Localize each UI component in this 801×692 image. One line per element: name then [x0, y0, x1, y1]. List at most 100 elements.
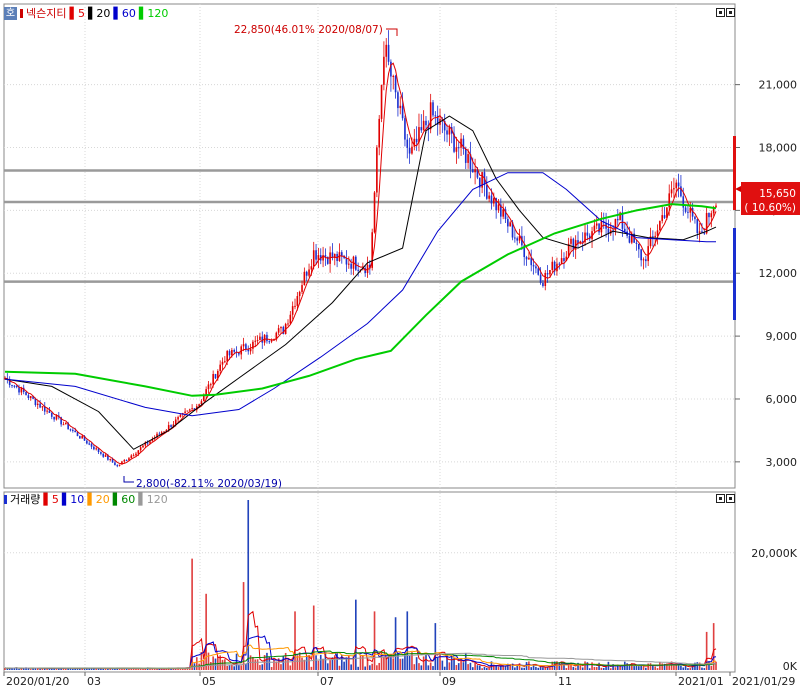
- candle-body: [184, 411, 186, 413]
- minimize-icon[interactable]: [716, 8, 725, 17]
- candle-body: [497, 204, 500, 211]
- candle-body: [200, 401, 203, 405]
- candle-body: [219, 364, 221, 371]
- volume-bar: [682, 667, 685, 670]
- volume-legend: 거래량 ▌5 ▌10 ▌20 ▌60 ▌120: [4, 493, 174, 506]
- candle-body: [209, 384, 212, 386]
- price-legend-60[interactable]: ▌60: [113, 7, 135, 20]
- volume-bar: [338, 665, 341, 670]
- price-legend-120[interactable]: ▌120: [139, 7, 168, 20]
- volume-bar: [567, 664, 570, 670]
- volume-bar: [256, 659, 259, 670]
- candle-body: [214, 374, 217, 379]
- candle-body: [408, 147, 411, 154]
- volume-bar: [350, 664, 352, 670]
- candle-body: [308, 269, 310, 276]
- volume-legend-120[interactable]: ▌120: [138, 493, 167, 506]
- candle-body: [291, 306, 294, 315]
- volume-mark-icon: [4, 495, 7, 504]
- candle-body: [570, 238, 572, 244]
- price-legend-5[interactable]: ▌5: [69, 7, 84, 20]
- volume-legend-5[interactable]: ▌5: [43, 493, 58, 506]
- candle-body: [266, 334, 268, 342]
- candle-body: [25, 391, 27, 396]
- volume-bar: [668, 665, 671, 670]
- candlestick-chart[interactable]: 3,0006,0009,00012,00015,00018,00021,0002…: [0, 0, 801, 688]
- candle-body: [88, 443, 91, 445]
- maximize-icon[interactable]: [726, 8, 735, 17]
- candle-body: [502, 209, 504, 217]
- volume-bar: [254, 659, 257, 670]
- candle-body: [46, 410, 48, 412]
- range-bar-down: [733, 228, 736, 320]
- candle-body: [287, 323, 289, 325]
- volume-legend-20[interactable]: ▌20: [87, 493, 109, 506]
- candle-body: [549, 270, 551, 275]
- volume-bar: [420, 665, 423, 670]
- candle-body: [455, 147, 458, 152]
- volume-bar: [467, 664, 469, 670]
- candle-body: [310, 266, 313, 270]
- stock-name-label: 넥슨지티: [26, 7, 67, 20]
- volume-bar: [315, 655, 317, 670]
- current-price-change: ( 10.60%): [744, 202, 796, 214]
- candle-body: [661, 215, 664, 221]
- candle-body: [191, 408, 193, 410]
- candle-body: [116, 465, 119, 467]
- candle-body: [488, 195, 490, 199]
- candle-body: [249, 348, 252, 352]
- volume-maximize-icon[interactable]: [726, 494, 735, 503]
- candle-body: [457, 147, 460, 149]
- candle-body: [256, 340, 259, 342]
- candle-body: [186, 410, 189, 412]
- volume-minimize-icon[interactable]: [716, 494, 725, 503]
- candle-body: [623, 228, 626, 232]
- volume-bar: [602, 668, 605, 670]
- candle-body: [294, 305, 296, 307]
- volume-bar: [233, 666, 236, 670]
- x-tick-label: 2021/01/29: [732, 675, 795, 688]
- volume-bar: [287, 659, 289, 670]
- volume-bar: [102, 668, 105, 670]
- volume-bar: [710, 665, 713, 670]
- candle-body: [90, 443, 93, 447]
- candle-body: [642, 259, 645, 261]
- candle-body: [69, 429, 72, 431]
- volume-legend-10[interactable]: ▌10: [62, 493, 84, 506]
- volume-bar: [462, 662, 465, 670]
- candle-body: [404, 118, 406, 140]
- candle-body: [130, 455, 133, 459]
- volume-bar: [427, 665, 430, 670]
- candle-body: [233, 349, 236, 352]
- candle-body: [280, 326, 282, 329]
- price-legend-20[interactable]: ▌20: [88, 7, 110, 20]
- candle-body: [158, 433, 161, 435]
- volume-bar: [390, 657, 392, 670]
- candle-body: [268, 341, 271, 343]
- volume-bar: [656, 668, 659, 670]
- candle-body: [680, 186, 682, 197]
- volume-bar: [471, 667, 474, 670]
- candle-body: [202, 395, 205, 402]
- volume-bar: [521, 667, 523, 670]
- stock-chip-icon[interactable]: 호: [4, 7, 17, 20]
- volume-bar: [593, 666, 596, 670]
- volume-bar: [373, 611, 376, 670]
- volume-bar: [439, 653, 441, 670]
- volume-bar: [673, 665, 675, 670]
- volume-bar: [107, 668, 109, 670]
- volume-bar: [55, 668, 58, 670]
- candle-body: [48, 410, 51, 413]
- volume-bar: [72, 668, 74, 670]
- volume-bar: [425, 654, 427, 670]
- candle-body: [490, 195, 493, 204]
- volume-bar: [273, 659, 275, 670]
- candle-body: [125, 460, 128, 462]
- candle-body: [142, 445, 144, 448]
- volume-bar: [378, 662, 381, 670]
- volume-bar: [500, 666, 502, 670]
- candle-body: [415, 138, 418, 143]
- volume-legend-60[interactable]: ▌60: [113, 493, 135, 506]
- candle-body: [687, 211, 689, 213]
- volume-bar: [689, 668, 692, 670]
